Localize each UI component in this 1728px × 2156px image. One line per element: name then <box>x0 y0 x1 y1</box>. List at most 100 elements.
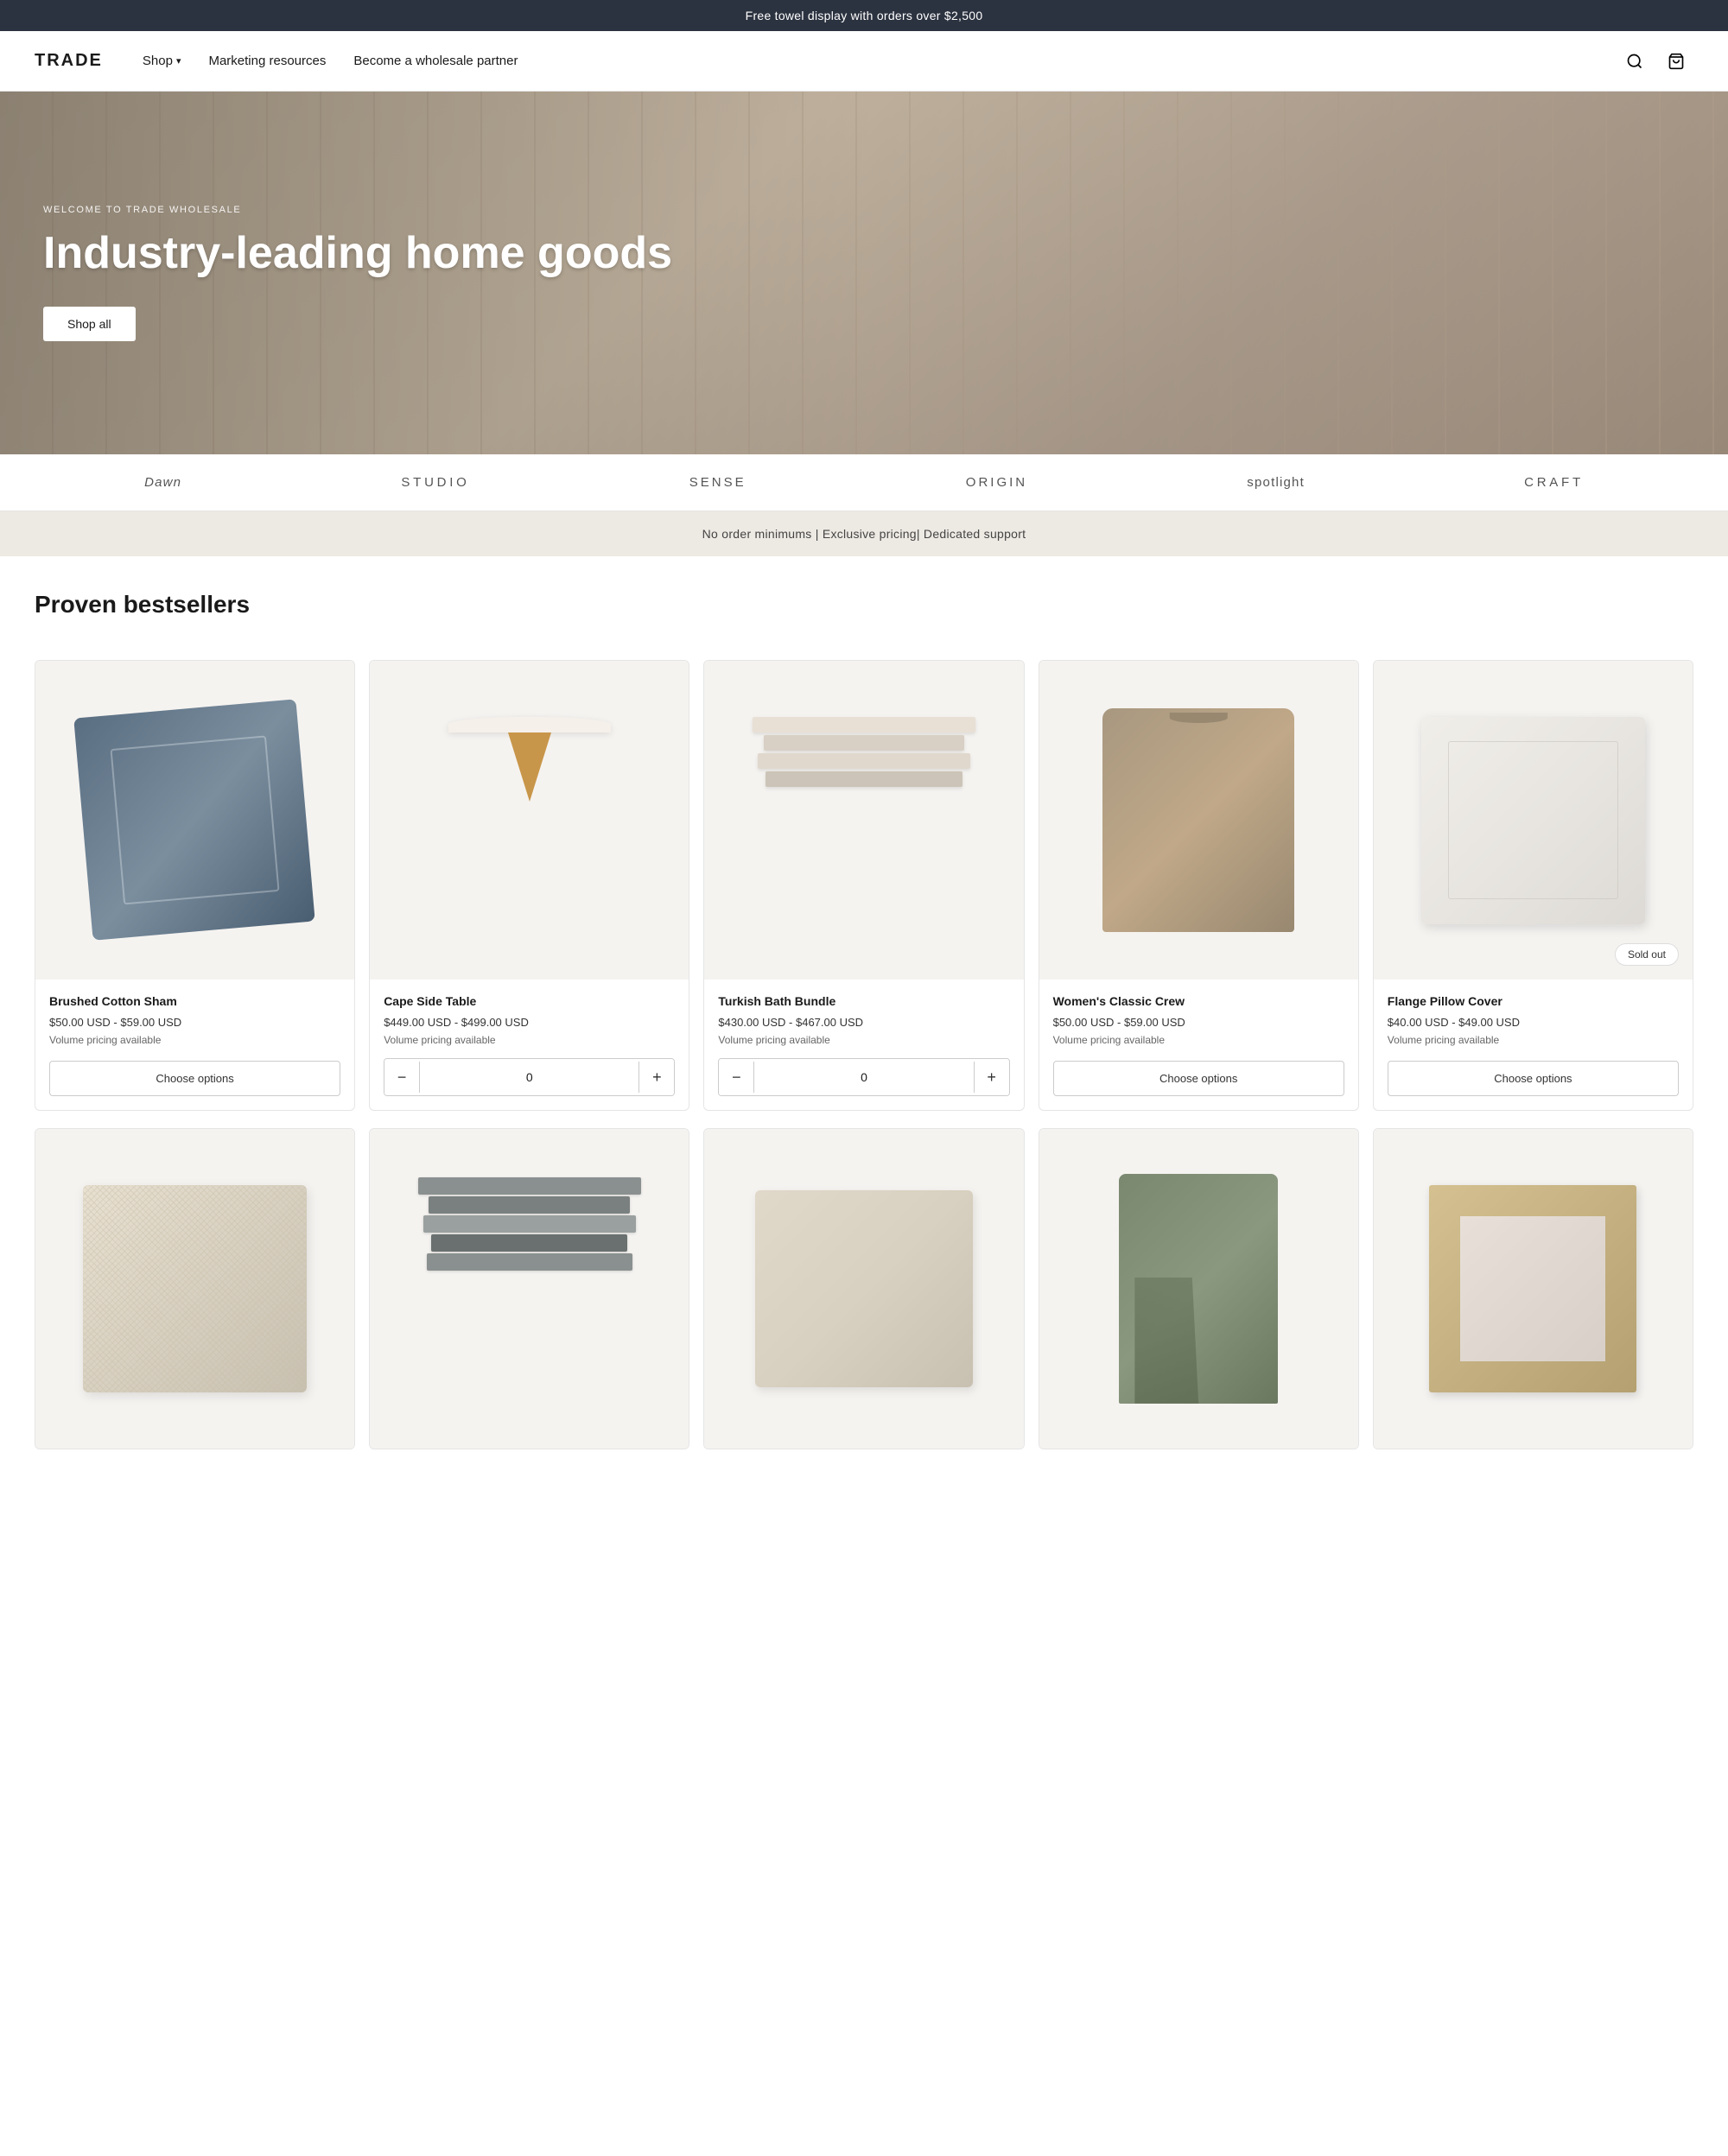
towel-item <box>766 771 962 787</box>
qty-increase-button[interactable]: + <box>639 1059 674 1095</box>
product-card-flange-pillow: Sold out Flange Pillow Cover $40.00 USD … <box>1373 660 1693 1111</box>
product-image-row2-5 <box>1374 1129 1693 1448</box>
header-actions <box>1617 44 1693 79</box>
brand-craft[interactable]: CRAFT <box>1524 475 1584 490</box>
product-volume: Volume pricing available <box>49 1034 340 1049</box>
brand-spotlight[interactable]: spotlight <box>1247 475 1305 490</box>
search-icon <box>1626 53 1643 70</box>
product-volume: Volume pricing available <box>718 1034 1009 1046</box>
benefits-bar: No order minimums | Exclusive pricing| D… <box>0 511 1728 556</box>
quantity-stepper: − 0 + <box>384 1058 675 1096</box>
logo[interactable]: TRADE <box>35 51 103 71</box>
cart-button[interactable] <box>1659 44 1693 79</box>
qty-decrease-button[interactable]: − <box>719 1059 753 1095</box>
section-title: Proven bestsellers <box>35 591 1693 618</box>
towel-item <box>431 1234 627 1252</box>
product-price: $50.00 USD - $59.00 USD <box>49 1016 340 1029</box>
table-base <box>508 732 551 802</box>
product-card-womens-classic-crew: Women's Classic Crew $50.00 USD - $59.00… <box>1039 660 1359 1111</box>
shop-all-button[interactable]: Shop all <box>43 307 136 341</box>
sold-out-badge: Sold out <box>1615 943 1679 966</box>
nav-shop[interactable]: Shop ▾ <box>129 47 195 75</box>
table-top <box>448 717 611 732</box>
product-card-brushed-cotton-sham: Brushed Cotton Sham $50.00 USD - $59.00 … <box>35 660 355 1111</box>
product-card-row2-2 <box>369 1128 689 1449</box>
qty-value: 0 <box>419 1062 639 1093</box>
product-image-placeholder <box>1102 708 1294 931</box>
product-price: $449.00 USD - $499.00 USD <box>384 1016 675 1029</box>
product-image-row2-4 <box>1039 1129 1358 1448</box>
product-volume: Volume pricing available <box>1053 1034 1344 1049</box>
product-name: Women's Classic Crew <box>1053 993 1344 1009</box>
product-image-brushed-cotton <box>35 661 354 980</box>
product-name: Turkish Bath Bundle <box>718 993 1009 1009</box>
product-card-row2-4 <box>1039 1128 1359 1449</box>
product-name: Cape Side Table <box>384 993 675 1009</box>
product-image-placeholder <box>755 1190 972 1388</box>
quantity-stepper: − 0 + <box>718 1058 1009 1096</box>
product-image-placeholder <box>1119 1174 1279 1404</box>
towel-item <box>418 1177 641 1195</box>
hero-subtitle: WELCOME TO TRADE WHOLESALE <box>43 205 672 215</box>
hero-section: WELCOME TO TRADE WHOLESALE Industry-lead… <box>0 92 1728 454</box>
towel-item <box>427 1253 632 1271</box>
product-card-row2-1 <box>35 1128 355 1449</box>
product-price: $40.00 USD - $49.00 USD <box>1388 1016 1679 1029</box>
product-volume: Volume pricing available <box>384 1034 675 1046</box>
qty-value: 0 <box>753 1062 974 1093</box>
towel-stack <box>753 717 975 924</box>
towel-item <box>423 1215 636 1233</box>
product-info: Cape Side Table $449.00 USD - $499.00 US… <box>370 980 689 1110</box>
choose-options-button[interactable]: Choose options <box>1053 1061 1344 1096</box>
qty-increase-button[interactable]: + <box>975 1059 1009 1095</box>
product-price: $430.00 USD - $467.00 USD <box>718 1016 1009 1029</box>
product-card-turkish-bath: Turkish Bath Bundle $430.00 USD - $467.0… <box>703 660 1024 1111</box>
product-image-placeholder <box>74 700 316 942</box>
product-info: Flange Pillow Cover $40.00 USD - $49.00 … <box>1374 980 1693 1110</box>
nav-wholesale[interactable]: Become a wholesale partner <box>340 47 531 75</box>
product-image-placeholder <box>83 1185 306 1392</box>
brand-origin[interactable]: ORIGIN <box>966 475 1027 490</box>
product-image-placeholder <box>1429 1185 1636 1392</box>
hero-title: Industry-leading home goods <box>43 229 672 278</box>
product-image-row2-2 <box>370 1129 689 1448</box>
cart-icon <box>1668 53 1685 70</box>
brand-logos-bar: Dawn STUDIO SENSE ORIGIN spotlight CRAFT <box>0 454 1728 511</box>
chevron-down-icon: ▾ <box>176 55 181 67</box>
brand-dawn[interactable]: Dawn <box>144 475 181 490</box>
product-info: Women's Classic Crew $50.00 USD - $59.00… <box>1039 980 1358 1110</box>
product-name: Flange Pillow Cover <box>1388 993 1679 1009</box>
product-grid-row2 <box>0 1128 1728 1483</box>
product-name: Brushed Cotton Sham <box>49 993 340 1009</box>
product-grid-row1: Brushed Cotton Sham $50.00 USD - $59.00 … <box>0 660 1728 1128</box>
choose-options-button[interactable]: Choose options <box>49 1061 340 1096</box>
nav-marketing[interactable]: Marketing resources <box>194 47 340 75</box>
hero-content: WELCOME TO TRADE WHOLESALE Industry-lead… <box>0 170 715 375</box>
product-image-cape-table <box>370 661 689 980</box>
towel-item <box>753 717 975 732</box>
brand-studio[interactable]: STUDIO <box>401 475 469 490</box>
gray-towel-stack <box>418 1177 641 1400</box>
choose-options-button[interactable]: Choose options <box>1388 1061 1679 1096</box>
product-image-row2-3 <box>704 1129 1023 1448</box>
search-button[interactable] <box>1617 44 1652 79</box>
product-image-flange-pillow: Sold out <box>1374 661 1693 980</box>
announcement-text: Free towel display with orders over $2,5… <box>746 9 983 22</box>
product-info: Turkish Bath Bundle $430.00 USD - $467.0… <box>704 980 1023 1110</box>
nav: Shop ▾ Marketing resources Become a whol… <box>129 47 1617 75</box>
towel-item <box>429 1196 630 1214</box>
product-image-turkish-bath <box>704 661 1023 980</box>
product-image-womens-crew <box>1039 661 1358 980</box>
towel-item <box>758 753 970 769</box>
brand-sense[interactable]: SENSE <box>689 475 746 490</box>
product-card-row2-3 <box>703 1128 1024 1449</box>
product-price: $50.00 USD - $59.00 USD <box>1053 1016 1344 1029</box>
announcement-bar: Free towel display with orders over $2,5… <box>0 0 1728 31</box>
product-card-row2-5 <box>1373 1128 1693 1449</box>
product-card-cape-side-table: Cape Side Table $449.00 USD - $499.00 US… <box>369 660 689 1111</box>
product-image-placeholder <box>1421 717 1644 924</box>
product-image-row2-1 <box>35 1129 354 1448</box>
header: TRADE Shop ▾ Marketing resources Become … <box>0 31 1728 92</box>
qty-decrease-button[interactable]: − <box>384 1059 419 1095</box>
product-info: Brushed Cotton Sham $50.00 USD - $59.00 … <box>35 980 354 1110</box>
